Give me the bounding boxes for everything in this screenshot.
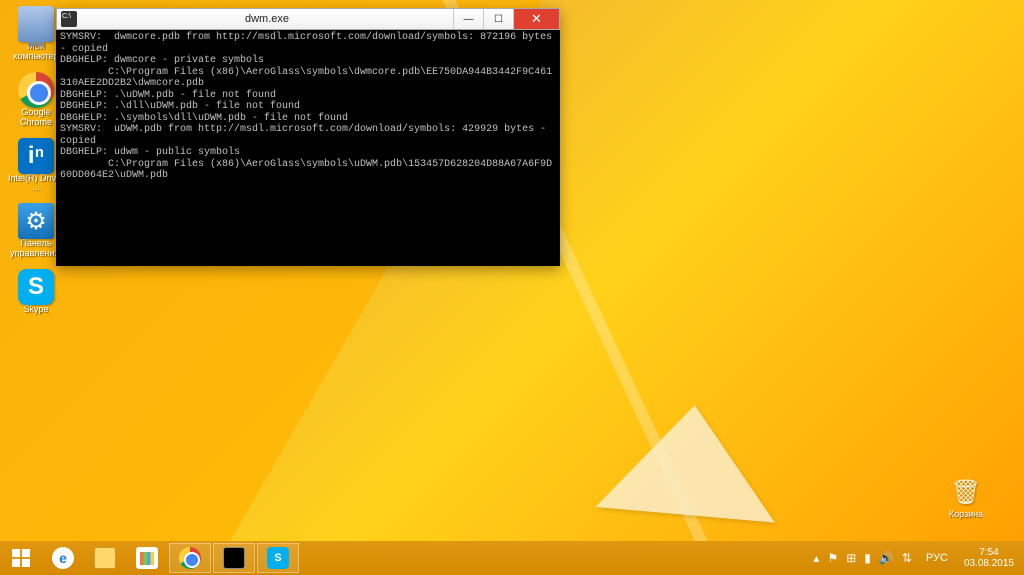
tray-window-icon[interactable]: ⊞: [846, 551, 856, 565]
taskbar-chrome[interactable]: [169, 543, 211, 573]
taskbar-store[interactable]: [126, 541, 168, 575]
recycle-bin-icon-label: Корзина: [949, 510, 983, 520]
taskbar-cmd[interactable]: [213, 543, 255, 573]
wallpaper-accent: [596, 397, 785, 522]
taskbar[interactable]: e S ▴ ⚑ ⊞ ▮ 🔊 ⇅ РУС 7:54 03.08.2015: [0, 541, 1024, 575]
skype-icon-label: Skype: [23, 305, 48, 315]
window-controls: — ☐ ✕: [453, 9, 559, 29]
taskbar-store-icon: [136, 547, 158, 569]
console-window[interactable]: dwm.exe — ☐ ✕ SYMSRV: dwmcore.pdb from h…: [56, 8, 560, 266]
taskbar-chrome-icon: [179, 547, 201, 569]
clock[interactable]: 7:54 03.08.2015: [954, 541, 1024, 575]
taskbar-explorer-icon: [94, 547, 116, 569]
desktop-icons-right: 🗑 Корзина: [936, 474, 996, 520]
tray-flag-icon[interactable]: ⚑: [827, 551, 838, 565]
taskbar-explorer[interactable]: [84, 541, 126, 575]
console-output[interactable]: SYMSRV: dwmcore.pdb from http://msdl.mic…: [56, 30, 560, 266]
recycle-bin-icon[interactable]: 🗑 Корзина: [936, 474, 996, 520]
taskbar-skype[interactable]: S: [257, 543, 299, 573]
language-indicator[interactable]: РУС: [920, 541, 954, 575]
clock-date: 03.08.2015: [964, 558, 1014, 570]
window-title: dwm.exe: [81, 13, 453, 25]
maximize-button[interactable]: ☐: [483, 9, 513, 29]
start-button[interactable]: [0, 541, 42, 575]
taskbar-cmd-icon: [223, 547, 245, 569]
taskbar-skype-icon: S: [267, 547, 289, 569]
system-tray[interactable]: ▴ ⚑ ⊞ ▮ 🔊 ⇅: [805, 541, 919, 575]
recycle-bin-icon-image: 🗑: [948, 474, 984, 510]
taskbar-ie[interactable]: e: [42, 541, 84, 575]
skype-icon-image: S: [18, 269, 54, 305]
chrome-icon-image: [18, 72, 54, 108]
tray-network-icon[interactable]: ⇅: [902, 551, 912, 565]
clock-time: 7:54: [979, 547, 998, 559]
computer-icon-image: [18, 6, 54, 42]
windows-logo-icon: [12, 549, 30, 567]
desktop[interactable]: Мой компьютер Google Chromeiⁿ Intel(R) D…: [0, 0, 1024, 575]
control-panel-icon-image: ⚙: [18, 203, 54, 239]
minimize-button[interactable]: —: [453, 9, 483, 29]
titlebar[interactable]: dwm.exe — ☐ ✕: [56, 8, 560, 30]
intel-icon-image: iⁿ: [18, 138, 54, 174]
tray-wifi-icon[interactable]: ▮: [864, 551, 871, 565]
close-button[interactable]: ✕: [513, 9, 559, 29]
tray-volume-icon[interactable]: 🔊: [879, 551, 894, 565]
taskbar-spacer: [300, 541, 805, 575]
taskbar-ie-icon: e: [52, 547, 74, 569]
console-icon: [61, 11, 77, 27]
skype-icon[interactable]: S Skype: [6, 269, 66, 315]
tray-up-icon[interactable]: ▴: [813, 551, 819, 565]
